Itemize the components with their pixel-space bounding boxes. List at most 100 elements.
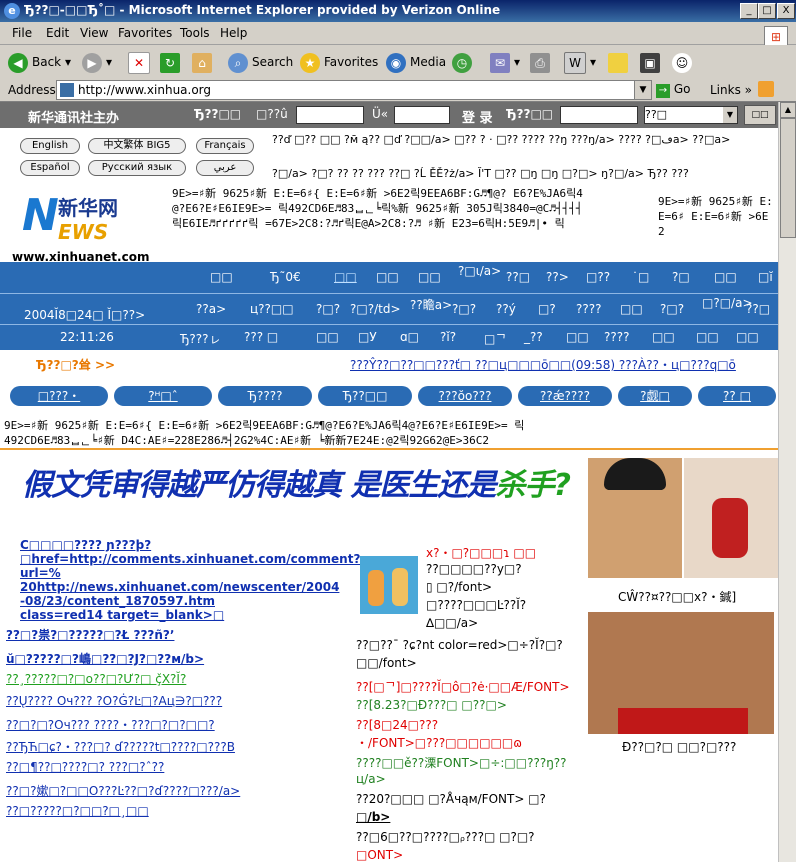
- mid-item[interactable]: □/b>: [356, 810, 390, 824]
- mid-item[interactable]: ∆□□/a>: [426, 616, 478, 630]
- nav-item[interactable]: ?ǐ?: [440, 330, 456, 344]
- gymnast-photo[interactable]: [684, 458, 778, 578]
- mid-item[interactable]: ??□6□??□????□ᵨ???□ □?□?: [356, 830, 535, 844]
- mid-item[interactable]: ????□□ě??溧FONT>□÷:□□???ŋ??: [356, 754, 567, 771]
- list-item[interactable]: url=%: [20, 566, 61, 580]
- photo-caption-1[interactable]: CŴ??¤??□□x?・鍼]: [618, 588, 736, 605]
- address-input[interactable]: http://www.xinhua.org: [56, 80, 636, 100]
- mid-item[interactable]: ・/FONT>□???□□□□□□ɷ: [356, 734, 522, 751]
- nav-item[interactable]: _??: [524, 330, 543, 344]
- athlete-face-photo[interactable]: [588, 458, 682, 578]
- nav-item[interactable]: ц??□□: [250, 302, 294, 316]
- nav-item[interactable]: ?□?: [316, 302, 340, 316]
- list-item[interactable]: -08/23/content_1870597.htm: [20, 594, 215, 608]
- back-button[interactable]: ◀ Back ▾: [8, 51, 71, 73]
- nav-item[interactable]: ??瞻a>: [410, 296, 452, 313]
- nav-item[interactable]: □У: [358, 330, 377, 344]
- favorites-button[interactable]: ★ Favorites: [300, 51, 378, 73]
- nav-item[interactable]: □□: [620, 302, 643, 316]
- home-button[interactable]: ⌂: [192, 51, 216, 73]
- forward-button[interactable]: ▶ ▾: [82, 51, 112, 73]
- language-links-line-2[interactable]: ?□/a> ?□? ?? ?? ??? ??□ ?Ĺ ĚĚ?ż/a> Ĭ'Τ □…: [272, 166, 772, 182]
- mid-item[interactable]: □????□□□Ŀ??Ĭ?: [426, 598, 526, 612]
- nav-item[interactable]: □?: [538, 302, 556, 316]
- list-item[interactable]: ??□¶??□????□? ???□?ˆ??: [6, 760, 164, 774]
- category-button[interactable]: ?ᴴ□ˆ: [114, 386, 212, 406]
- nav-item[interactable]: ɑ□: [400, 330, 419, 344]
- photo-caption-2[interactable]: Ð??□?□ □□?□???: [622, 740, 736, 754]
- toolbar-extra-icon[interactable]: [758, 81, 774, 97]
- nav-item[interactable]: □□: [652, 330, 675, 344]
- mail-button[interactable]: ✉ ▾: [490, 51, 520, 73]
- headline-banner[interactable]: 假文凭审得越严仿得越真 是医生还是杀手?: [22, 460, 582, 520]
- list-item[interactable]: ??¸?????□?□o??□?Ư?□ ç̌X?Ĭ?: [6, 672, 186, 686]
- vertical-scrollbar[interactable]: ▲: [778, 102, 796, 862]
- list-item[interactable]: 20http://news.xinhuanet.com/newscenter/2…: [20, 580, 339, 594]
- history-button[interactable]: ◷: [452, 51, 476, 73]
- list-item[interactable]: ??□?嫰□?□□O???Ŀ??□?ɗ????□???/a>: [6, 782, 240, 799]
- media-button[interactable]: ◉ Media: [386, 51, 446, 73]
- menu-tools[interactable]: Tools: [180, 26, 210, 40]
- close-button[interactable]: X: [777, 3, 795, 19]
- nav-item[interactable]: ??a>: [196, 302, 226, 316]
- edit-button[interactable]: W ▾: [564, 51, 596, 74]
- category-button[interactable]: □???・: [10, 386, 108, 406]
- nav-item[interactable]: ??□: [506, 270, 530, 284]
- top-input-2[interactable]: [394, 106, 450, 124]
- minimize-button[interactable]: _: [740, 3, 758, 19]
- mid-item[interactable]: □ONT>: [356, 848, 403, 862]
- mid-item[interactable]: ц/a>: [356, 772, 386, 786]
- nav-item[interactable]: ??>: [546, 270, 569, 284]
- nav-item[interactable]: □□: [714, 270, 737, 284]
- list-item[interactable]: ??□?祟?□?????□?Ł ???ñ?ʼ: [6, 626, 174, 643]
- go-button[interactable]: → Go: [656, 82, 690, 98]
- cartoon-image[interactable]: [360, 556, 418, 614]
- nav-item[interactable]: □□: [334, 270, 357, 284]
- lang-arabic[interactable]: عربي: [196, 160, 254, 176]
- category-button[interactable]: ?觑□: [618, 386, 692, 406]
- research-button[interactable]: ☺: [672, 51, 696, 73]
- mid-item[interactable]: ??□??¯ ?ɕ?nt color=red>□÷?Ĭ?□?: [356, 638, 563, 652]
- xinhuanet-logo[interactable]: N 新华网 EWS: [10, 190, 160, 250]
- mid-item[interactable]: ??[□ᄀ]□????Ĭ□ô□?ė·□□Æ/FONT>: [356, 678, 570, 695]
- list-item[interactable]: ??ЂЋ□ɕ?・???□? ɗ?????t□????□???B: [6, 738, 235, 755]
- nav-item[interactable]: ?□?: [660, 302, 684, 316]
- nav-item[interactable]: ??□: [746, 302, 770, 316]
- login-button[interactable]: 登 录: [462, 107, 493, 126]
- maximize-button[interactable]: □: [758, 3, 776, 19]
- menu-view[interactable]: View: [80, 26, 108, 40]
- menu-file[interactable]: File: [12, 26, 32, 40]
- mid-item[interactable]: □□/font>: [356, 656, 417, 670]
- news-ticker[interactable]: ???Ŷ??□??□□???ť□ ??□ц□□□ō□□(09:58) ???À?…: [350, 356, 776, 373]
- nav-item[interactable]: □□: [566, 330, 589, 344]
- search-go-button[interactable]: □□: [744, 105, 776, 125]
- nav-item[interactable]: □□: [696, 330, 719, 344]
- nav-item[interactable]: ?□?/td>: [350, 302, 401, 316]
- top-input-3[interactable]: [560, 106, 638, 124]
- nav-item[interactable]: ????: [604, 330, 629, 344]
- nav-item[interactable]: □□: [736, 330, 759, 344]
- language-links-line-1[interactable]: ??ď □?? □□ ?м̄ ą?? □ď ?□□/a> □?? ? · □??…: [272, 132, 772, 148]
- messenger-button[interactable]: ▣: [640, 51, 664, 73]
- category-button[interactable]: ??ǽ????: [518, 386, 612, 406]
- menu-help[interactable]: Help: [220, 26, 247, 40]
- search-button[interactable]: ⌕ Search: [228, 51, 293, 73]
- menu-favorites[interactable]: Favorites: [118, 26, 172, 40]
- nav-item[interactable]: ?□?: [452, 302, 476, 316]
- nav-item[interactable]: ˙□: [632, 270, 649, 284]
- title-bar[interactable]: e Ђ??□-□□Ђ˚□ - Microsoft Internet Explor…: [0, 0, 796, 22]
- mid-item[interactable]: ??[8□24□???: [356, 718, 438, 732]
- basketball-player-photo[interactable]: [588, 612, 774, 734]
- list-item[interactable]: □href=http://comments.xinhuanet.com/comm…: [20, 552, 360, 566]
- list-item[interactable]: C□□□□???? ɲ???þ?: [20, 538, 151, 552]
- mid-item[interactable]: ??20?□□□ □?Åчąм/FONT> □?: [356, 792, 546, 806]
- category-button[interactable]: ???ŏo???: [418, 386, 512, 406]
- nav-item[interactable]: ?□ι/a>: [458, 264, 501, 278]
- nav-item[interactable]: □ĭ: [758, 270, 773, 284]
- list-item[interactable]: ??□?????□?□□?□¸□□: [6, 804, 149, 818]
- nav-item[interactable]: □??: [586, 270, 610, 284]
- refresh-button[interactable]: ↻: [160, 51, 184, 73]
- search-select[interactable]: ??□ ▼: [644, 106, 738, 124]
- list-item[interactable]: ??Ų???? Oч??? ?O?Ġ?Ŀ□?Aц∋?□???: [6, 694, 222, 708]
- lang-spanish[interactable]: Español: [20, 160, 80, 176]
